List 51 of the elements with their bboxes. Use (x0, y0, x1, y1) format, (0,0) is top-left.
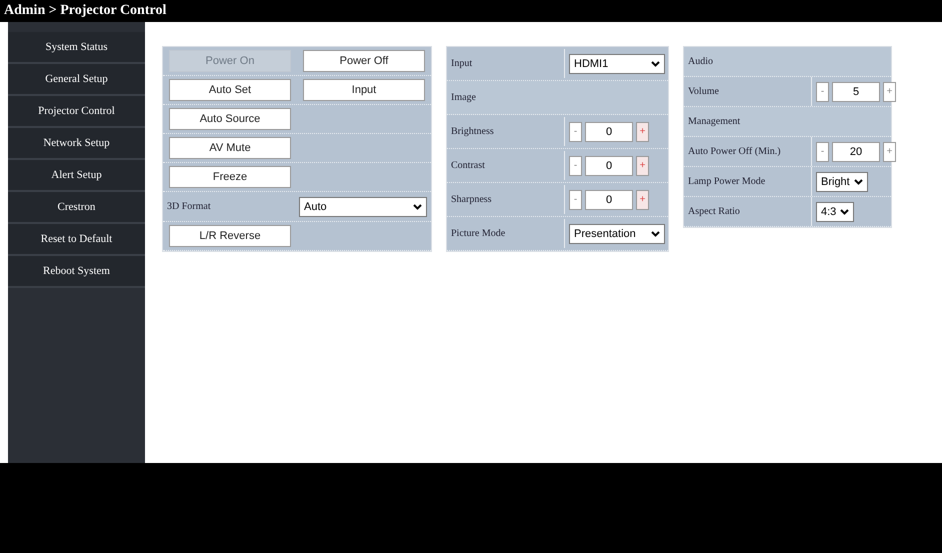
action-button[interactable]: Power Off (303, 50, 425, 72)
chevron-down-icon (651, 230, 660, 236)
field-label: Volume (684, 77, 812, 106)
sidebar-item[interactable]: Reset to Default (8, 224, 145, 256)
field-label: 3D Format (166, 200, 212, 214)
increment-button[interactable]: + (883, 82, 896, 102)
field-label: Lamp Power Mode (684, 167, 812, 196)
decrement-button[interactable]: - (816, 82, 829, 102)
decrement-button[interactable]: - (569, 156, 582, 176)
action-button[interactable]: L/R Reverse (169, 225, 291, 247)
decrement-button[interactable]: - (569, 190, 582, 210)
decrement-button[interactable]: - (816, 142, 829, 162)
dropdown[interactable]: 4:3 (816, 202, 854, 222)
sidebar-item[interactable]: Crestron (8, 192, 145, 224)
field-label: Contrast (447, 151, 565, 180)
page-title: Admin > Projector Control (4, 3, 166, 19)
action-button[interactable]: Auto Set (169, 79, 291, 101)
sidebar-item[interactable]: Projector Control (8, 96, 145, 128)
field-label: Picture Mode (447, 219, 565, 248)
dropdown[interactable]: Bright (816, 172, 868, 192)
sidebar-item[interactable]: Network Setup (8, 128, 145, 160)
sidebar-item[interactable]: General Setup (8, 64, 145, 96)
sidebar-item[interactable]: Alert Setup (8, 160, 145, 192)
chevron-down-icon (840, 208, 850, 214)
action-button[interactable]: Auto Source (169, 108, 291, 130)
section-header: Audio (687, 55, 714, 69)
action-button[interactable]: AV Mute (169, 137, 291, 159)
number-field[interactable]: 0 (585, 156, 633, 176)
decrement-button[interactable]: - (569, 122, 582, 142)
section-header: Image (450, 91, 477, 105)
increment-button[interactable]: + (883, 142, 896, 162)
number-field[interactable]: 0 (585, 122, 633, 142)
number-field[interactable]: 20 (832, 142, 880, 162)
chevron-down-icon (413, 204, 422, 210)
chevron-down-icon (651, 60, 660, 66)
field-label: Sharpness (447, 185, 565, 214)
chevron-down-icon (854, 178, 863, 184)
field-label: Auto Power Off (Min.) (684, 137, 812, 166)
field-label: Aspect Ratio (684, 197, 812, 226)
action-button[interactable]: Freeze (169, 166, 291, 188)
dropdown[interactable]: HDMI1 (569, 54, 665, 74)
sidebar-item[interactable]: Reboot System (8, 256, 145, 288)
section-header: Management (687, 115, 742, 129)
field-label: Input (447, 49, 565, 78)
field-label: Brightness (447, 117, 565, 146)
action-button[interactable]: Input (303, 79, 425, 101)
sidebar-item[interactable]: System Status (8, 32, 145, 64)
number-field[interactable]: 5 (832, 82, 880, 102)
dropdown[interactable]: Auto (299, 196, 427, 216)
number-field[interactable]: 0 (585, 190, 633, 210)
dropdown[interactable]: Presentation (569, 224, 665, 244)
